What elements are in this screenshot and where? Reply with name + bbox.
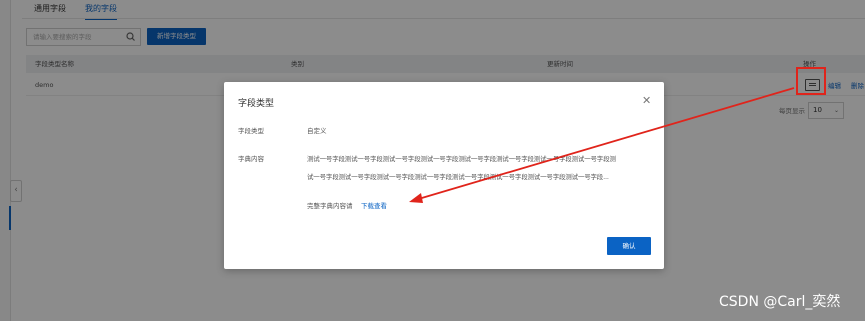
annotation-arrow bbox=[409, 87, 795, 203]
watermark: CSDN @Carl_奕然 bbox=[719, 294, 841, 310]
